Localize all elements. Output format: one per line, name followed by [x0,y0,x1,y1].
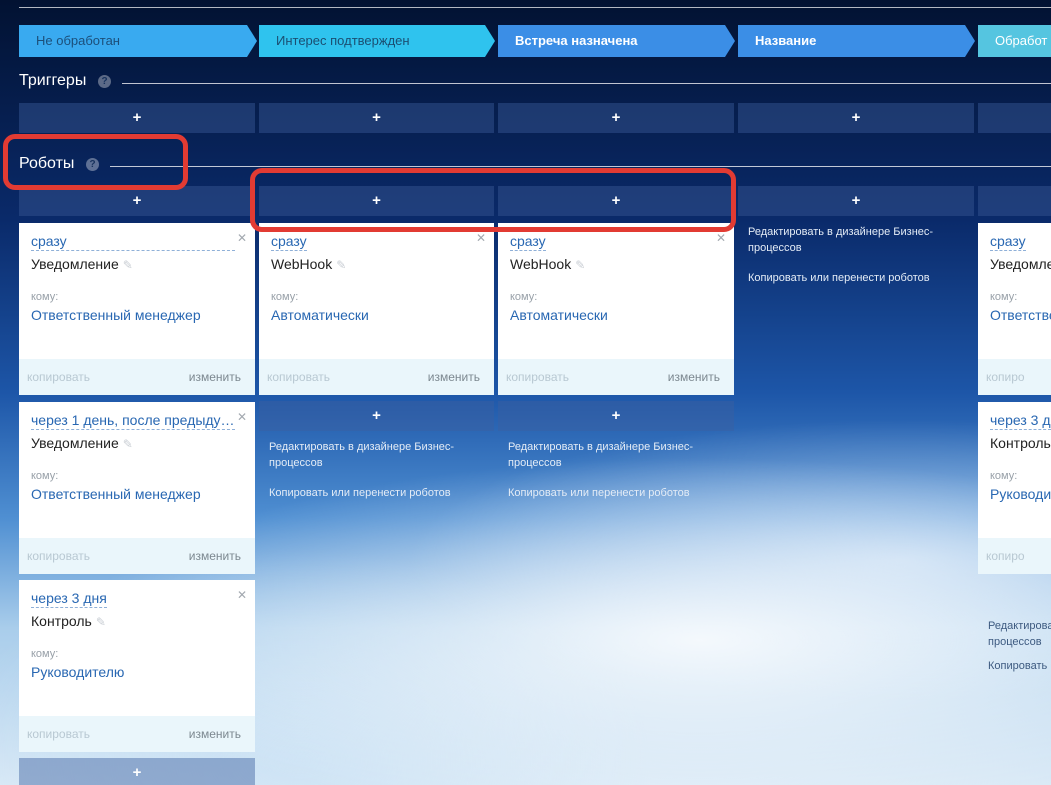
recipient-label: кому: [990,470,1018,482]
highlight-robots-title [3,134,188,190]
robot-card[interactable]: через 1 день, после предыдущего ✕ Уведом… [19,402,255,574]
close-icon[interactable]: ✕ [237,231,247,245]
triggers-title: Триггеры [19,72,87,89]
add-trigger-button-col4[interactable]: + [738,103,974,133]
triggers-divider [122,83,1051,84]
add-trigger-button-col1[interactable]: + [19,103,255,133]
recipient-label: кому: [271,291,299,303]
edit-in-designer-link[interactable]: Редактировать в дизайнере Бизнес-процесс… [508,441,693,469]
recipient-link[interactable]: Автоматически [510,307,608,323]
robot-delay-link[interactable]: через 1 день, после предыдущего [31,412,235,430]
recipient-label: кому: [31,648,59,660]
pencil-icon[interactable]: ✎ [336,258,346,272]
edit-button[interactable]: изменить [189,359,241,395]
add-robot-bottom-button-col3[interactable]: + [498,401,734,431]
stage-interes-podtverzhden[interactable]: Интерес подтвержден [259,25,495,57]
copy-button[interactable]: копировать [27,359,90,395]
copy-move-robots-link[interactable]: Копировать или перенести роботов [269,485,489,501]
triggers-help-icon[interactable]: ? [98,75,111,88]
edit-button[interactable]: изменить [428,359,480,395]
add-trigger-button-col5[interactable] [978,103,1051,133]
add-robot-button-col4[interactable]: + [738,186,974,216]
card-footer: копиро [978,359,1051,395]
robot-card[interactable]: через 3 дня ✕ Контроль ✎ кому: Руководите… [19,580,255,752]
robots-divider [110,166,1051,167]
edit-in-designer-link[interactable]: Редактировать в дизайнере Бизнес-процесс… [748,226,933,254]
robot-delay-link[interactable]: сразу [271,233,307,251]
robot-delay-link[interactable]: сразу [31,233,235,251]
card-footer: копировать изменить [19,538,255,574]
edit-button[interactable]: изменить [189,538,241,574]
robot-card[interactable]: сразу Уведомле кому: Ответстве копиро [978,223,1051,395]
copy-button[interactable]: копировать [506,359,569,395]
robot-card[interactable]: сразу ✕ Уведомление ✎ кому: Ответственный… [19,223,255,395]
robot-name: Уведомле [990,256,1051,272]
recipient-label: кому: [31,470,59,482]
add-trigger-button-col3[interactable]: + [498,103,734,133]
recipient-label: кому: [31,291,59,303]
edit-in-designer-link[interactable]: Редактирова процессов [988,618,1051,650]
robot-card[interactable]: через 3 д Контроль кому: Руководи копиро [978,402,1051,574]
copy-move-robots-link[interactable]: Копировать или перенести роботов [748,270,968,286]
copy-move-robots-link[interactable]: Копировать или перенести роботов [508,485,728,501]
recipient-label: кому: [510,291,538,303]
copy-button[interactable]: копировать [27,538,90,574]
edit-in-designer-link[interactable]: Редактировать в дизайнере Бизнес-процесс… [269,441,454,469]
close-icon[interactable]: ✕ [476,231,486,245]
robot-name: Контроль ✎ [31,613,106,629]
add-robot-button-col1[interactable]: + [19,186,255,216]
close-icon[interactable]: ✕ [237,410,247,424]
stage-obrabot[interactable]: Обработ [978,25,1051,57]
add-robot-bottom-button-col2[interactable]: + [259,401,494,431]
pencil-icon[interactable]: ✎ [123,437,133,451]
pencil-icon[interactable]: ✎ [96,615,106,629]
add-robot-bottom-button-col1[interactable]: + [19,758,255,785]
close-icon[interactable]: ✕ [237,588,247,602]
robot-name: Уведомление ✎ [31,256,133,272]
card-footer: копировать изменить [19,716,255,752]
copy-button[interactable]: копиро [986,359,1025,395]
recipient-link[interactable]: Ответственный менеджер [31,486,201,502]
card-footer: копировать изменить [498,359,734,395]
copy-button[interactable]: копировать [27,716,90,752]
copy-move-robots-link[interactable]: Копировать [988,658,1051,674]
recipient-link[interactable]: Автоматически [271,307,369,323]
robot-card[interactable]: сразу ✕ WebHook ✎ кому: Автоматически коп… [498,223,734,395]
recipient-link[interactable]: Ответстве [990,307,1051,323]
stage-ne-obrabotan[interactable]: Не обработан [19,25,257,57]
column-links: Редактировать в дизайнере Бизнес-процесс… [508,439,728,501]
column-links: Редактировать в дизайнере Бизнес-процесс… [748,224,968,286]
robot-name: Контроль [990,435,1051,451]
robot-delay-link[interactable]: сразу [990,233,1026,251]
recipient-link[interactable]: Руководи [990,486,1051,502]
recipient-link[interactable]: Руководителю [31,664,124,680]
stage-vstrecha-naznachena[interactable]: Встреча назначена [498,25,735,57]
edit-button[interactable]: изменить [189,716,241,752]
highlight-add-robot-buttons [250,168,736,232]
card-footer: копировать изменить [259,359,494,395]
recipient-label: кому: [990,291,1018,303]
top-divider [19,7,1051,8]
copy-button[interactable]: копиро [986,538,1025,574]
column-links: Редактировать в дизайнере Бизнес-процесс… [269,439,489,501]
card-footer: копировать изменить [19,359,255,395]
edit-button[interactable]: изменить [668,359,720,395]
column-links: Редактирова процессов Копировать [988,618,1051,674]
robot-delay-link[interactable]: сразу [510,233,546,251]
pencil-icon[interactable]: ✎ [123,258,133,272]
add-trigger-button-col2[interactable]: + [259,103,494,133]
robot-delay-link[interactable]: через 3 дня [31,590,107,608]
robot-name: WebHook ✎ [271,256,347,272]
stage-nazvanie[interactable]: Название [738,25,975,57]
robot-delay-link[interactable]: через 3 д [990,412,1051,430]
robot-name: Уведомление ✎ [31,435,133,451]
pencil-icon[interactable]: ✎ [575,258,585,272]
add-robot-button-col5[interactable] [978,186,1051,216]
robot-card[interactable]: сразу ✕ WebHook ✎ кому: Автоматически коп… [259,223,494,395]
copy-button[interactable]: копировать [267,359,330,395]
robot-name: WebHook ✎ [510,256,586,272]
card-footer: копиро [978,538,1051,574]
recipient-link[interactable]: Ответственный менеджер [31,307,201,323]
close-icon[interactable]: ✕ [716,231,726,245]
